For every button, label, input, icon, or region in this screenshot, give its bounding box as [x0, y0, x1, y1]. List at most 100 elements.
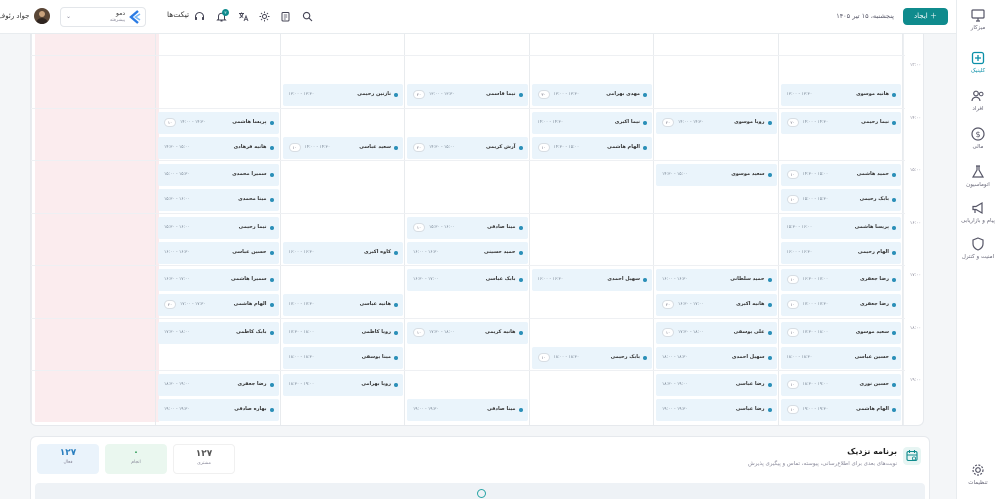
appointment-card[interactable]: بابک رحیمی ۱۸:۰۰ - ۱۸:۳۰ ۱۰ [531, 346, 652, 369]
duration-badge: ۱۰ [413, 327, 425, 337]
appointment-card[interactable]: آرش کریمی ۱۴:۳۰ - ۱۵:۰۰ ۲۰ [407, 136, 528, 159]
appointment-card[interactable]: سعید موسوی ۱۷:۳۰ - ۱۸:۰۰ ۱۰ [780, 321, 901, 344]
appointment-card[interactable]: نیما اکبری ۱۴:۰۰ - ۱۴:۳۰ [531, 111, 652, 134]
appointment-card[interactable]: حمید هاشمی ۱۴:۳۰ - ۱۵:۰۰ ۱۰ [780, 164, 901, 186]
avatar[interactable] [34, 8, 50, 24]
appointment-card[interactable]: حمید حسینی ۱۶:۰۰ - ۱۶:۳۰ [407, 241, 528, 264]
appointment-card[interactable]: هانیه کریمی ۱۷:۳۰ - ۱۸:۰۰ ۱۰ [407, 321, 528, 344]
appointment-time: ۱۳:۰۰ - ۱۳:۳۰ [288, 92, 315, 97]
status-dot-icon [394, 145, 398, 150]
tickets-link[interactable]: تیکت‌ها [167, 10, 189, 19]
tenant-selector[interactable]: دمو پیشرفته ⌄ [60, 7, 146, 27]
appointment-card[interactable]: الهام هاشمی ۱۴:۳۰ - ۱۵:۰۰ ۱۰ [531, 136, 652, 159]
appointment-card[interactable]: نیما رحیمی ۱۵:۳۰ - ۱۶:۰۰ [158, 216, 279, 239]
sidebar-item-dashboard[interactable]: میزکار [956, 7, 1000, 31]
sidebar-item-security[interactable]: امنیت و کنترل [956, 236, 1000, 260]
stat-label: انجام [131, 460, 141, 465]
sidebar-item-finance[interactable]: $ مالی [956, 126, 1000, 150]
appointment-card[interactable]: سهیل احمدی ۱۸:۰۰ - ۱۸:۳۰ [656, 346, 777, 369]
appointment-card[interactable]: مهدی بهرامی ۱۳:۰۰ - ۱۳:۳۰ ۳۰ [531, 84, 652, 106]
appointment-card[interactable]: کاوه اکبری ۱۶:۰۰ - ۱۶:۳۰ [282, 241, 403, 264]
appointment-patient-name: رویا بهرامی [361, 381, 391, 387]
appointment-card[interactable]: بابک عباسی ۱۶:۳۰ - ۱۷:۰۰ [407, 269, 528, 291]
appointment-patient-name: سمیرا محمدی [232, 171, 267, 177]
appointment-time: ۱۳:۰۰ - ۱۳:۳۰ [786, 92, 813, 97]
duration-badge: ۲۰ [662, 117, 674, 127]
appointment-card[interactable]: هانیه اکبری ۱۶:۳۰ - ۱۷:۰۰ ۲۰ [656, 294, 777, 316]
search-icon[interactable] [302, 11, 313, 22]
appointment-card[interactable]: رویا بهرامی ۱۸:۳۰ - ۱۹:۰۰ [282, 374, 403, 396]
appointment-time: ۱۴:۰۰ - ۱۴:۳۰ [678, 119, 704, 125]
appointment-patient-name: حسین نوری [859, 381, 889, 387]
appointment-time: ۱۶:۳۰ - ۱۷:۰۰ [164, 277, 190, 282]
appointment-card[interactable]: سمیرا هاشمی ۱۶:۳۰ - ۱۷:۰۰ [158, 269, 279, 291]
appointment-card[interactable]: بهاره صادقی ۱۹:۰۰ - ۱۹:۳۰ [158, 399, 279, 421]
appointment-time: ۱۵:۳۰ - ۱۶:۰۰ [429, 224, 455, 230]
sidebar-item-people[interactable]: افراد [956, 88, 1000, 112]
appointment-card[interactable]: نازنین رحیمی ۱۳:۰۰ - ۱۳:۳۰ [282, 84, 403, 106]
status-dot-icon [643, 278, 647, 282]
clipboard-icon[interactable] [280, 11, 291, 22]
appointment-card[interactable]: نیما قاسمی ۱۳:۰۰ - ۱۳:۳۰ ۲۰ [407, 84, 528, 106]
appointment-card[interactable]: نیما رحیمی ۱۴:۰۰ - ۱۴:۳۰ ۲۰ [780, 111, 901, 134]
appointment-card[interactable]: مینا صادقی ۱۵:۳۰ - ۱۶:۰۰ ۱۰ [407, 216, 528, 239]
appointment-card[interactable]: پریسا هاشمی ۱۴:۰۰ - ۱۴:۳۰ ۱۰ [158, 111, 279, 134]
stat-active: ۱۲۷ فعال [37, 444, 99, 474]
appointment-card[interactable]: هانیه موسوی ۱۳:۰۰ - ۱۳:۳۰ [780, 84, 901, 106]
appointment-card[interactable]: هانیه فرهادی ۱۴:۳۰ - ۱۵:۰۰ [158, 136, 279, 159]
headset-icon[interactable] [194, 11, 205, 22]
top-header: ＋ ایجاد پنجشنبه، ۱۵ تیر ۱۴۰۵ ۳ تیکت‌ها د… [0, 0, 956, 34]
grid-column-divider [279, 34, 281, 425]
sidebar-item-clinic[interactable]: کلینیک [956, 50, 1000, 74]
appointment-card[interactable]: هانیه عباسی ۱۷:۰۰ - ۱۷:۳۰ [282, 294, 403, 316]
appointment-card[interactable]: رویا کاظمی ۱۷:۳۰ - ۱۸:۰۰ [282, 321, 403, 344]
appointment-card[interactable]: رضا جعفری ۱۶:۳۰ - ۱۷:۰۰ ۱۰ [780, 269, 901, 291]
appointment-patient-name: مینا صادقی [487, 406, 516, 412]
appointment-card[interactable]: الهام هاشمی ۱۹:۰۰ - ۱۹:۳۰ ۱۰ [780, 399, 901, 421]
appointment-patient-name: حسین عباسی [232, 248, 267, 255]
status-dot-icon [892, 278, 896, 282]
appointment-patient-name: رضا جعفری [859, 276, 889, 282]
appointment-patient-name: حسین عباسی [854, 353, 889, 360]
time-label: ۱۶:۰۰ [909, 220, 921, 226]
appointment-card[interactable]: حسین نوری ۱۸:۳۰ - ۱۹:۰۰ ۱۰ [780, 374, 901, 396]
appointment-card[interactable]: رضا عباسی ۱۹:۰۰ - ۱۹:۳۰ [656, 399, 777, 421]
sun-icon[interactable] [259, 11, 270, 22]
appointment-card[interactable]: رضا جعفری ۱۸:۳۰ - ۱۹:۰۰ [158, 374, 279, 396]
appointment-card[interactable]: سعید موسوی ۱۴:۳۰ - ۱۵:۰۰ [656, 164, 777, 186]
appointment-card[interactable]: رویا موسوی ۱۴:۰۰ - ۱۴:۳۰ ۲۰ [656, 111, 777, 134]
appointment-card[interactable]: حسین عباسی ۱۸:۰۰ - ۱۸:۳۰ [780, 346, 901, 369]
create-button[interactable]: ＋ ایجاد [903, 8, 948, 25]
appointment-card[interactable]: سهیل احمدی ۱۶:۰۰ - ۱۶:۳۰ [531, 269, 652, 291]
appointment-card[interactable]: الهام هاشمی ۱۷:۰۰ - ۱۷:۳۰ ۲۰ [158, 294, 279, 316]
appointment-card[interactable]: مینا یوسفی ۱۸:۰۰ - ۱۸:۳۰ [282, 346, 403, 369]
appointment-card[interactable]: رضا عباسی ۱۸:۳۰ - ۱۹:۰۰ [656, 374, 777, 396]
appointment-card[interactable]: سمیرا محمدی ۱۵:۰۰ - ۱۵:۳۰ [158, 164, 279, 186]
appointment-card[interactable]: پریسا هاشمی ۱۵:۳۰ - ۱۶:۰۰ [780, 216, 901, 239]
status-dot-icon [892, 198, 896, 202]
appointment-card[interactable]: مینا محمدی ۱۵:۳۰ - ۱۶:۰۰ [158, 189, 279, 211]
appointment-time: ۱۸:۰۰ - ۱۸:۳۰ [786, 354, 813, 360]
sidebar-item-settings[interactable]: تنظیمات [956, 462, 1000, 486]
appointment-time: ۱۸:۳۰ - ۱۹:۰۰ [802, 382, 829, 387]
appointment-patient-name: نیما قاسمی [486, 91, 516, 97]
time-label: ۱۸:۰۰ [909, 325, 921, 331]
sidebar-item-marketing[interactable]: پیام و بازاریابی [956, 200, 1000, 224]
appointment-card[interactable]: بابک رحیمی ۱۵:۰۰ - ۱۵:۳۰ ۱۰ [780, 189, 901, 211]
appointment-time: ۱۶:۳۰ - ۱۷:۰۰ [413, 277, 439, 282]
appointment-card[interactable]: حسین عباسی ۱۶:۰۰ - ۱۶:۳۰ [158, 241, 279, 264]
appointment-time: ۱۷:۰۰ - ۱۷:۳۰ [288, 302, 315, 307]
appointment-time: ۱۸:۳۰ - ۱۹:۰۰ [164, 382, 190, 387]
stat-value: ۰ [133, 448, 139, 458]
appointment-patient-name: سعید موسوی [731, 171, 765, 177]
appointment-card[interactable]: مینا صادقی ۱۹:۰۰ - ۱۹:۳۰ [407, 399, 528, 421]
appointment-card[interactable]: بابک کاظمی ۱۷:۳۰ - ۱۸:۰۰ [158, 321, 279, 344]
appointment-card[interactable]: علی یوسفی ۱۷:۳۰ - ۱۸:۰۰ ۱۰ [656, 321, 777, 344]
appointment-card[interactable]: حمید سلطانی ۱۶:۰۰ - ۱۶:۳۰ [656, 269, 777, 291]
appointment-card[interactable]: سعید عباسی ۱۴:۰۰ - ۱۴:۳۰ ۱۰ [282, 136, 403, 159]
translate-icon[interactable] [238, 11, 249, 22]
sidebar-item-automation[interactable]: اتوماسیون [956, 164, 1000, 188]
appointment-card[interactable]: الهام رحیمی ۱۶:۰۰ - ۱۶:۳۰ [780, 241, 901, 264]
appointment-patient-name: بابک کاظمی [236, 328, 267, 335]
appointment-card[interactable]: رضا جعفری ۱۷:۰۰ - ۱۷:۳۰ ۱۰ [780, 294, 901, 316]
